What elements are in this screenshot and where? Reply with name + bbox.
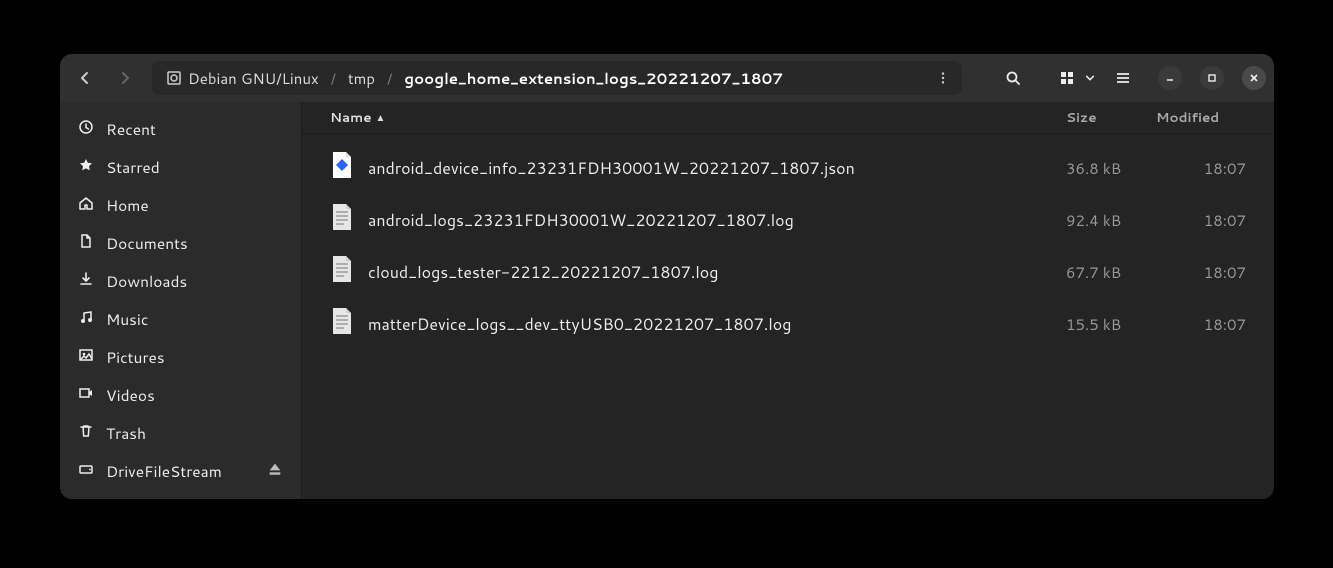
column-header-modified-label: Modified	[1156, 108, 1219, 127]
home-icon	[78, 194, 94, 216]
sidebar-item-label: Downloads	[106, 270, 187, 292]
sort-ascending-icon: ▲	[376, 111, 386, 125]
forward-button[interactable]	[108, 61, 142, 95]
sidebar-item-home[interactable]: Home	[60, 186, 301, 224]
download-icon	[78, 270, 94, 292]
file-name: android_logs_23231FDH30001W_20221207_180…	[368, 209, 1066, 232]
sidebar-item-recent[interactable]: Recent	[60, 110, 301, 148]
sidebar-item-label: Documents	[106, 232, 188, 254]
eject-icon[interactable]	[267, 460, 283, 482]
breadcrumb: Debian GNU/Linux / tmp / google_home_ext…	[152, 61, 962, 95]
file-size: 67.7 kB	[1066, 262, 1146, 283]
sidebar-item-label: Music	[106, 308, 148, 330]
minimize-button[interactable]	[1158, 66, 1182, 90]
file-modified: 18:07	[1156, 158, 1246, 179]
file-icon	[330, 307, 368, 341]
breadcrumb-segment-label: tmp	[348, 68, 375, 89]
sidebar-item-pictures[interactable]: Pictures	[60, 338, 301, 376]
file-row[interactable]: android_device_info_23231FDH30001W_20221…	[302, 142, 1274, 194]
file-icon	[330, 255, 368, 289]
column-header-modified[interactable]: Modified	[1156, 108, 1246, 127]
sidebar-item-starred[interactable]: Starred	[60, 148, 301, 186]
trash-icon	[78, 422, 94, 444]
search-button[interactable]	[996, 61, 1030, 95]
file-row[interactable]: matterDevice_logs__dev_ttyUSB0_20221207_…	[302, 298, 1274, 350]
breadcrumb-root-label: Debian GNU/Linux	[188, 68, 319, 89]
file-name: android_device_info_23231FDH30001W_20221…	[368, 157, 1066, 180]
file-name: matterDevice_logs__dev_ttyUSB0_20221207_…	[368, 313, 1066, 336]
close-button[interactable]	[1242, 66, 1266, 90]
breadcrumb-more-button[interactable]	[928, 63, 958, 93]
breadcrumb-root[interactable]: Debian GNU/Linux	[156, 61, 329, 95]
hamburger-menu-button[interactable]	[1106, 61, 1140, 95]
sidebar-item-label: Videos	[106, 384, 155, 406]
sidebar-item-documents[interactable]: Documents	[60, 224, 301, 262]
disk-icon	[166, 70, 182, 86]
column-headers: Name ▲ Size Modified	[302, 102, 1274, 134]
pictures-icon	[78, 346, 94, 368]
sidebar-item-label: Pictures	[106, 346, 165, 368]
sidebar-item-videos[interactable]: Videos	[60, 376, 301, 414]
sidebar-item-drivefilestream[interactable]: DriveFileStream	[60, 452, 301, 490]
file-row[interactable]: android_logs_23231FDH30001W_20221207_180…	[302, 194, 1274, 246]
file-icon	[330, 151, 368, 185]
file-rows: android_device_info_23231FDH30001W_20221…	[302, 134, 1274, 499]
file-size: 15.5 kB	[1066, 314, 1146, 335]
column-header-name-label: Name	[330, 108, 372, 127]
clock-icon	[78, 118, 94, 140]
file-modified: 18:07	[1156, 262, 1246, 283]
toolbar: Debian GNU/Linux / tmp / google_home_ext…	[60, 54, 1274, 102]
sidebar-item-trash[interactable]: Trash	[60, 414, 301, 452]
column-header-size[interactable]: Size	[1066, 108, 1146, 127]
back-button[interactable]	[68, 61, 102, 95]
file-name: cloud_logs_tester-2212_20221207_1807.log	[368, 261, 1066, 284]
view-grid-button[interactable]	[1054, 61, 1080, 95]
sidebar-item-label: Starred	[106, 156, 160, 178]
file-list-pane: Name ▲ Size Modified android_device_info…	[302, 102, 1274, 499]
drive-icon	[78, 460, 94, 482]
column-header-name[interactable]: Name ▲	[330, 108, 1066, 127]
sidebar: Recent Starred Home Documents Downloads Music…	[60, 102, 302, 499]
breadcrumb-separator: /	[385, 68, 394, 89]
sidebar-item-music[interactable]: Music	[60, 300, 301, 338]
breadcrumb-segment-current[interactable]: google_home_extension_logs_20221207_1807	[394, 61, 793, 95]
view-dropdown-button[interactable]	[1080, 61, 1100, 95]
maximize-button[interactable]	[1200, 66, 1224, 90]
document-icon	[78, 232, 94, 254]
file-size: 92.4 kB	[1066, 210, 1146, 231]
file-modified: 18:07	[1156, 210, 1246, 231]
file-row[interactable]: cloud_logs_tester-2212_20221207_1807.log…	[302, 246, 1274, 298]
breadcrumb-segment-label: google_home_extension_logs_20221207_1807	[404, 68, 783, 89]
column-header-size-label: Size	[1066, 108, 1097, 127]
videos-icon	[78, 384, 94, 406]
breadcrumb-separator: /	[329, 68, 338, 89]
sidebar-item-label: Recent	[106, 118, 156, 140]
file-modified: 18:07	[1156, 314, 1246, 335]
sidebar-item-label: Trash	[106, 422, 146, 444]
breadcrumb-segment-tmp[interactable]: tmp	[338, 61, 385, 95]
sidebar-item-label: DriveFileStream	[106, 460, 222, 482]
sidebar-item-downloads[interactable]: Downloads	[60, 262, 301, 300]
sidebar-item-label: Home	[106, 194, 149, 216]
file-icon	[330, 203, 368, 237]
file-manager-window: Debian GNU/Linux / tmp / google_home_ext…	[60, 54, 1274, 499]
music-icon	[78, 308, 94, 330]
star-icon	[78, 156, 94, 178]
file-size: 36.8 kB	[1066, 158, 1146, 179]
